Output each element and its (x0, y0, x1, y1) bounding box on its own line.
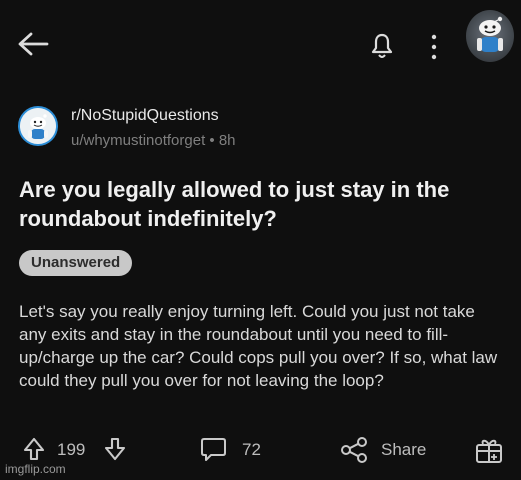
comment-count[interactable]: 72 (242, 440, 261, 460)
back-arrow-icon[interactable] (16, 30, 50, 58)
post-body: Let's say you really enjoy turning left.… (19, 302, 498, 390)
reddit-avatar-icon (477, 16, 503, 52)
post-age: 8h (218, 132, 236, 149)
top-bar (0, 0, 521, 94)
author-name[interactable]: u/whymustinotforget (71, 132, 205, 149)
post-title: Are you legally allowed to just stay in … (19, 177, 450, 231)
down-arrow-icon[interactable] (103, 437, 127, 461)
up-arrow-icon[interactable] (22, 437, 46, 461)
post-meta: r/NoStupidQuestions u/whymustinotforget … (71, 106, 401, 150)
meta-separator: • (209, 132, 215, 149)
subreddit-avatar[interactable] (18, 106, 58, 146)
author-line: u/whymustinotforget • 8h (71, 132, 401, 150)
user-avatar[interactable] (466, 10, 514, 62)
post-flair[interactable]: Unanswered (19, 250, 133, 276)
post-actions: 199 72 Share (0, 430, 521, 468)
bell-icon[interactable] (370, 31, 394, 61)
subreddit-snoo-icon (20, 108, 56, 144)
imgflip-watermark: imgflip.com (5, 462, 66, 476)
vertical-dots-icon[interactable] (428, 31, 440, 63)
comment-bubble-icon[interactable] (200, 436, 227, 463)
subreddit-name[interactable]: r/NoStupidQuestions (71, 106, 401, 126)
share-label[interactable]: Share (381, 440, 426, 460)
vote-count: 199 (57, 440, 86, 459)
gift-icon[interactable] (474, 435, 504, 465)
share-icon[interactable] (340, 436, 368, 464)
